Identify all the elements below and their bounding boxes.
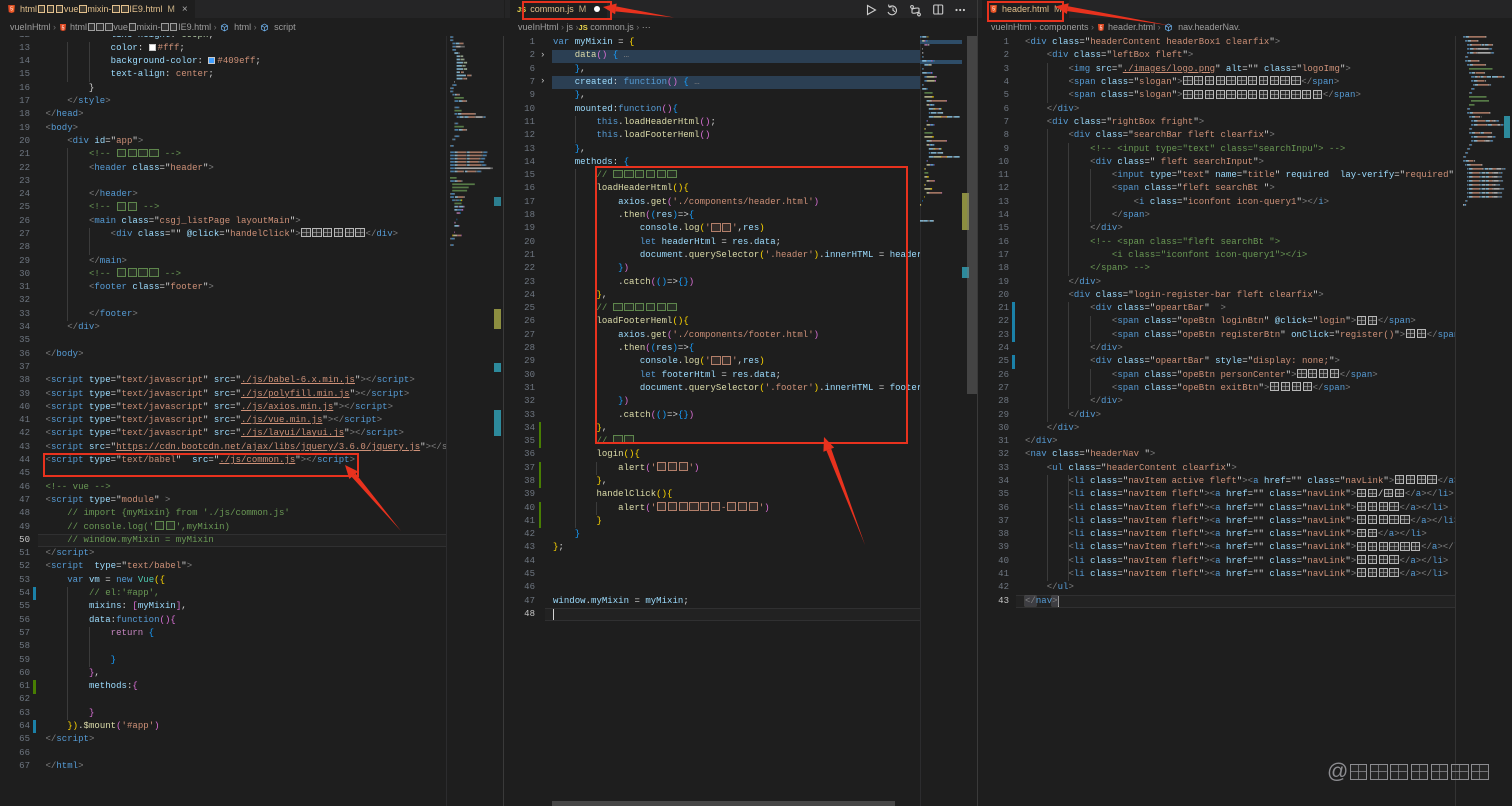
svg-text:5: 5 xyxy=(62,25,65,31)
svg-text:5: 5 xyxy=(10,7,13,13)
svg-text:5: 5 xyxy=(1100,25,1103,31)
